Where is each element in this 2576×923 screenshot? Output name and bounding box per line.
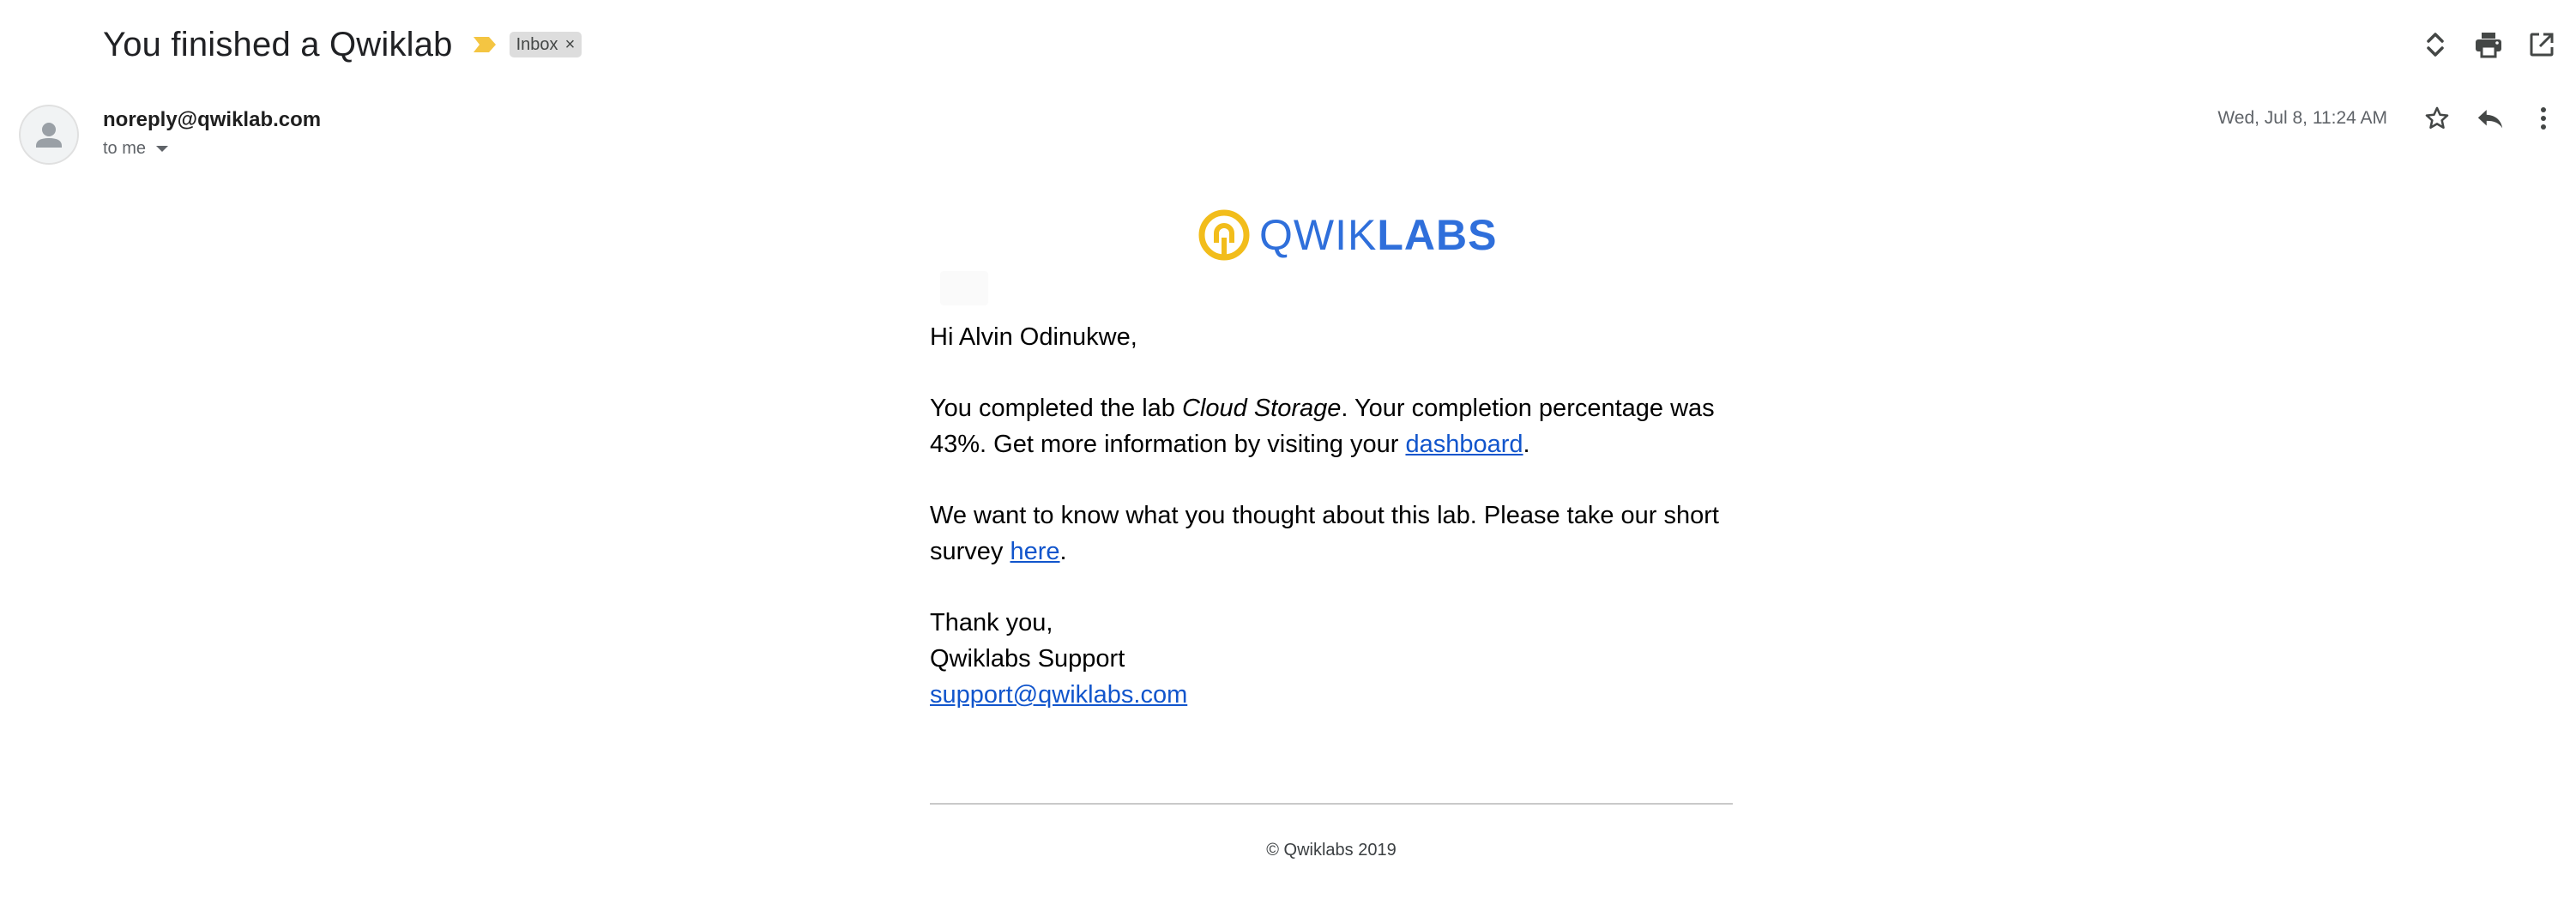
email-body: Hi Alvin Odinukwe, You completed the lab…: [930, 319, 1736, 748]
sender-avatar[interactable]: [19, 105, 79, 165]
image-placeholder: [940, 271, 988, 305]
open-new-window-icon[interactable]: [2523, 26, 2561, 63]
survey-paragraph: We want to know what you thought about t…: [930, 502, 1719, 565]
expand-collapse-icon[interactable]: [2416, 26, 2454, 63]
message-date: Wed, Jul 8, 11:24 AM: [2217, 108, 2387, 128]
signoff: Thank you, Qwiklabs Support support@qwik…: [930, 605, 1736, 713]
message-meta: Wed, Jul 8, 11:24 AM: [2217, 100, 2562, 137]
signoff-line-1: Thank you,: [930, 609, 1053, 636]
survey-link[interactable]: here: [1010, 538, 1059, 565]
importance-marker-icon[interactable]: [472, 35, 498, 54]
chevron-down-icon: [156, 146, 169, 152]
footer-divider: [930, 803, 1733, 805]
print-icon[interactable]: [2470, 26, 2507, 63]
remove-label-button[interactable]: ×: [565, 35, 576, 55]
qwiklabs-logo: QWIKLABS: [1198, 208, 1497, 262]
signoff-line-2: Qwiklabs Support: [930, 645, 1125, 673]
qwiklabs-logo-text: QWIKLABS: [1259, 211, 1498, 259]
email-subject: You finished a Qwiklab: [103, 25, 453, 63]
recipients-label: to me: [103, 139, 147, 158]
default-avatar-icon: [19, 105, 79, 165]
star-icon[interactable]: [2418, 100, 2456, 137]
more-vert-icon[interactable]: [2525, 100, 2562, 137]
lab-name: Cloud Storage: [1181, 395, 1342, 422]
reply-icon[interactable]: [2471, 100, 2509, 137]
support-email-link[interactable]: support@qwiklabs.com: [930, 681, 1187, 709]
footer-copyright: © Qwiklabs 2019: [1266, 841, 1397, 860]
inbox-label-chip: Inbox ×: [509, 32, 582, 57]
dashboard-link[interactable]: dashboard: [1405, 431, 1523, 458]
qwiklabs-logo-mark-icon: [1198, 209, 1250, 261]
thread-actions: [2401, 26, 2561, 63]
completion-paragraph: You completed the lab Cloud Storage. You…: [930, 395, 1715, 458]
greeting: Hi Alvin Odinukwe,: [930, 323, 1137, 351]
sender-email[interactable]: noreply@qwiklab.com: [103, 108, 321, 132]
subject-row: You finished a Qwiklab Inbox ×: [103, 19, 582, 70]
recipients-toggle[interactable]: to me: [103, 139, 169, 159]
inbox-label-text: Inbox: [516, 34, 558, 54]
